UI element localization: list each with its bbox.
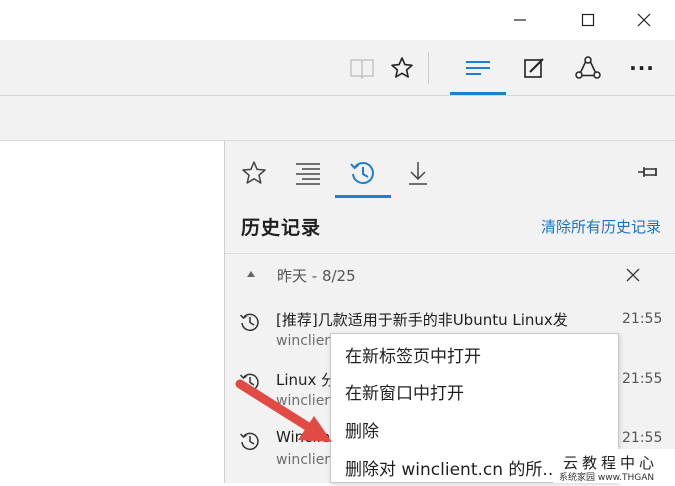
- history-item-title: [推荐]几款适用于新手的非Ubuntu Linux发: [276, 311, 568, 329]
- reading-view-button[interactable]: [342, 48, 382, 88]
- share-button[interactable]: [568, 48, 608, 88]
- menu-item-label: 在新窗口中打开: [345, 384, 464, 404]
- history-clock-icon: [239, 313, 259, 332]
- history-title: 历史记录: [241, 217, 322, 239]
- pin-button[interactable]: [633, 157, 663, 187]
- star-icon: [242, 161, 266, 184]
- history-group-label: 昨天 - 8/25: [277, 267, 356, 285]
- maximize-button[interactable]: [566, 0, 610, 40]
- download-icon: [409, 162, 427, 185]
- history-item-time: 21:55: [622, 311, 663, 327]
- collapse-triangle-icon[interactable]: [247, 271, 255, 277]
- menu-item-label: 删除对 winclient.cn 的所...: [345, 460, 559, 480]
- more-button[interactable]: ···: [622, 48, 662, 88]
- history-item-domain: winclier: [276, 452, 331, 468]
- menu-delete[interactable]: 删除: [331, 410, 618, 448]
- maximize-icon: [581, 13, 595, 27]
- group-delete-button[interactable]: [621, 263, 645, 287]
- watermark-sub: 系统家园 www.THGAN: [559, 473, 655, 483]
- more-icon: ···: [629, 56, 655, 80]
- close-button[interactable]: [622, 0, 666, 40]
- menu-item-label: 在新标签页中打开: [345, 347, 481, 367]
- favorite-star-icon: [391, 57, 413, 78]
- history-icon: [350, 162, 374, 185]
- watermark: 云教程中心 系统家园 www.THGAN: [553, 449, 675, 483]
- hub-icon: [466, 61, 490, 75]
- history-item-time: 21:55: [622, 371, 663, 387]
- web-note-button[interactable]: [514, 48, 554, 88]
- tab-downloads[interactable]: [391, 151, 445, 195]
- tab-reading-list[interactable]: [281, 151, 335, 195]
- menu-item-label: 删除: [345, 422, 379, 442]
- favorite-button[interactable]: [382, 48, 422, 88]
- history-group-header[interactable]: 昨天 - 8/25: [225, 259, 675, 291]
- share-icon: [575, 56, 601, 79]
- hub-button[interactable]: [458, 48, 498, 88]
- favorites-bar: [0, 96, 675, 141]
- close-icon: [637, 13, 651, 27]
- tab-favorites[interactable]: [227, 151, 281, 195]
- menu-open-in-new-tab[interactable]: 在新标签页中打开: [331, 335, 618, 373]
- clear-history-link[interactable]: 清除所有历史记录: [541, 216, 661, 237]
- reading-view-icon: [350, 59, 374, 79]
- minimize-icon: [514, 19, 526, 21]
- web-note-icon: [524, 58, 544, 78]
- history-tab-indicator: [335, 195, 391, 198]
- title-bar: [0, 0, 675, 40]
- annotation-arrow-icon: [235, 379, 332, 442]
- reading-list-icon: [296, 163, 320, 185]
- hub-divider: [225, 253, 675, 254]
- web-content[interactable]: [0, 141, 224, 483]
- minimize-button[interactable]: [498, 0, 542, 40]
- toolbar-separator: [428, 52, 429, 84]
- tab-history[interactable]: [336, 151, 390, 195]
- close-icon: [626, 268, 640, 282]
- pin-icon: [638, 167, 657, 177]
- browser-toolbar: ···: [0, 40, 675, 96]
- hub-active-indicator: [450, 92, 506, 95]
- history-item-time: 21:55: [622, 430, 663, 446]
- menu-open-in-new-window[interactable]: 在新窗口中打开: [331, 372, 618, 410]
